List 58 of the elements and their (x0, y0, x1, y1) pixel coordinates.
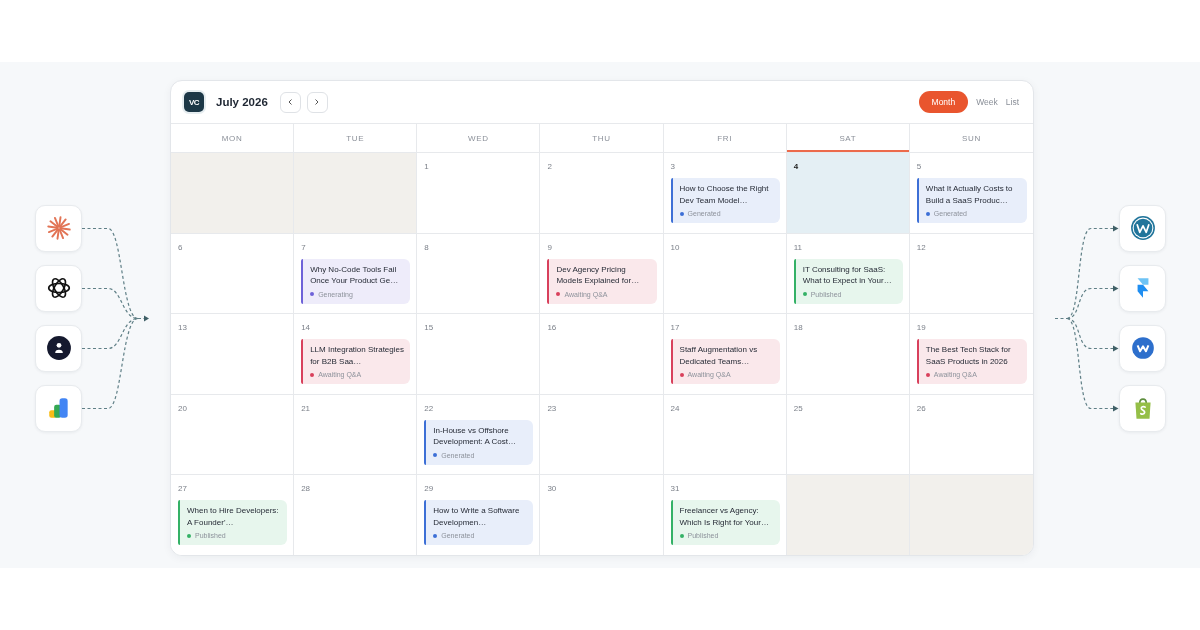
app-logo: VC (184, 92, 204, 112)
day-number: 10 (670, 242, 680, 253)
day-number: 2 (547, 162, 552, 172)
bar-chart-icon (35, 384, 82, 432)
day-number: 30 (547, 484, 557, 495)
day-number: 1 (424, 162, 429, 172)
day-number: 6 (178, 242, 183, 253)
day-number: 24 (670, 403, 680, 414)
event-title: How to Write a Software Developmen… (433, 505, 521, 529)
event-title: IT Consulting for SaaS: What to Expect in Your… (802, 263, 893, 287)
day-number: 8 (424, 242, 429, 253)
day-number: 14 (301, 323, 311, 334)
day-number: 28 (301, 484, 311, 495)
day-number: 17 (670, 323, 680, 334)
day-number: 26 (916, 403, 926, 414)
event-title: What It Actually Costs to Build a SaaS Produc… (925, 183, 1014, 206)
day-number: 12 (916, 242, 926, 253)
day-number: 29 (424, 484, 434, 495)
day-number: 5 (916, 162, 922, 172)
day-number: 15 (424, 323, 434, 334)
weekday-header: SUN (961, 132, 982, 145)
shopping-bag-icon (1119, 384, 1166, 432)
event-title: Staff Augmentation vs Dedicated Teams… (679, 344, 759, 368)
view-tab[interactable]: Month (918, 91, 969, 113)
day-number: 22 (424, 403, 434, 414)
day-number: 25 (793, 403, 803, 414)
weekday-header: SAT (786, 124, 910, 152)
next-month-button[interactable] (306, 91, 328, 113)
day-number: 21 (301, 403, 311, 414)
day-number: 7 (301, 242, 306, 253)
day-number: 13 (178, 323, 187, 334)
atom-icon (35, 264, 82, 312)
chevron-left-icon (288, 99, 293, 105)
view-tab[interactable]: List (1003, 91, 1021, 113)
layered-shape-icon (1119, 264, 1166, 312)
day-number: 4 (793, 162, 799, 172)
event-title: Why No-Code Tools Fail Once Your Product Ge… (310, 263, 400, 287)
day-number: 9 (547, 242, 552, 253)
event-title: In-House vs Offshore Development: A Cost… (433, 424, 517, 448)
sunburst-icon (35, 204, 82, 252)
event-title: The Best Tech Stack for SaaS Products in 2026 (925, 344, 1012, 368)
day-number: 27 (178, 484, 187, 495)
event-title: Dev Agency Pricing Models Explained for… (556, 263, 641, 287)
day-number: 11 (793, 242, 802, 253)
event-title: When to Hire Developers: A Founder'… (187, 505, 280, 529)
day-number: 31 (670, 484, 680, 495)
day-number: 3 (670, 162, 675, 172)
event-title: How to Choose the Right Dev Team Model… (679, 183, 770, 206)
day-number: 23 (547, 403, 557, 414)
day-number: 16 (547, 323, 557, 334)
event-title: Freelancer vs Agency: Which Is Right for Your… (679, 505, 770, 529)
day-number: 20 (178, 403, 187, 414)
event-title: LLM Integration Strategies for B2B Saa… (310, 344, 405, 368)
day-number: 19 (916, 323, 926, 334)
day-number: 18 (793, 323, 803, 334)
month-title: July 2026 (216, 96, 268, 108)
previous-month-button[interactable] (279, 91, 301, 113)
chevron-right-icon (315, 99, 320, 105)
